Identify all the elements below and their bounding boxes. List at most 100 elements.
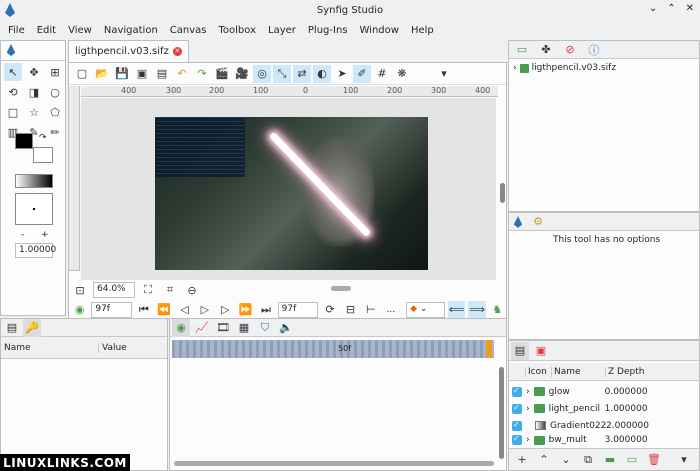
play-icon[interactable]: ▷ <box>196 301 213 319</box>
maximize-button[interactable]: ⌃ <box>667 3 675 14</box>
timeline-ruler[interactable]: 50f <box>172 340 494 358</box>
end-time-field[interactable]: 97f <box>277 301 319 318</box>
lock-tab-icon[interactable]: ⛉ <box>256 319 274 337</box>
swap-colors-icon[interactable]: ↷ <box>39 133 47 143</box>
decrease-width-button[interactable]: - <box>21 230 24 240</box>
keyframe-lock-past-icon[interactable]: ⟸ <box>447 300 466 319</box>
menu-help[interactable]: Help <box>405 25 440 36</box>
synfig-tab-icon[interactable] <box>513 215 523 228</box>
transform-tool-icon[interactable]: ↖ <box>4 63 22 81</box>
seek-next-frame-icon[interactable]: ▷ <box>217 301 234 319</box>
expand-arrow-icon[interactable]: › <box>526 404 530 414</box>
vertical-scrollbar[interactable] <box>500 183 505 203</box>
menu-plugins[interactable]: Plug-Ins <box>302 25 354 36</box>
horizontal-scrollbar[interactable] <box>331 286 351 291</box>
raise-layer-icon[interactable]: ⌃ <box>535 451 553 469</box>
toggle-ruler-icon[interactable]: ⊡ <box>71 281 89 299</box>
radius-handles-icon[interactable]: ◐ <box>313 64 331 83</box>
sound-tab-icon[interactable]: 🎞 <box>214 319 232 337</box>
redo-icon[interactable]: ↷ <box>193 65 211 83</box>
layer-row[interactable]: › glow 0.000000 <box>509 383 700 400</box>
keyframe-lock-future-icon[interactable]: ⟹ <box>468 300 486 319</box>
seek-prev-keyframe-icon[interactable]: ⏪ <box>156 301 173 319</box>
timetrack-vscrollbar[interactable] <box>499 367 504 459</box>
minimize-button[interactable]: ⌄ <box>649 3 657 14</box>
animation-mode-icon[interactable]: ◉ <box>71 301 88 319</box>
rotate-tool-icon[interactable]: ⟲ <box>4 83 22 101</box>
navigator-tab-icon[interactable]: ⊘ <box>561 41 579 59</box>
save-icon[interactable]: 💾 <box>113 65 131 83</box>
new-layer-icon[interactable]: + <box>513 451 531 469</box>
menu-file[interactable]: File <box>2 25 31 36</box>
timetrack-hscrollbar[interactable] <box>174 461 494 466</box>
grid-icon[interactable]: # <box>373 65 391 83</box>
params-tab-icon[interactable]: ▤ <box>3 319 21 337</box>
polygon-tool-icon[interactable]: ⬠ <box>46 103 64 121</box>
show-handles-icon[interactable]: ⤡ <box>273 64 291 83</box>
layer-visible-checkbox[interactable] <box>512 386 522 397</box>
audio-tab-icon[interactable]: 🔈 <box>277 319 295 337</box>
menu-navigation[interactable]: Navigation <box>98 25 164 36</box>
layer-visible-checkbox[interactable] <box>512 434 522 445</box>
lower-layer-icon[interactable]: ⌄ <box>557 451 575 469</box>
group-layer-icon[interactable]: ▬ <box>601 451 619 469</box>
close-tab-icon[interactable]: ✕ <box>172 47 182 56</box>
mirror-tool-icon[interactable]: ◨ <box>25 83 43 101</box>
layer-row[interactable]: › bw_mult 3.000000 <box>509 434 700 446</box>
zoom-field[interactable]: 64.0% <box>93 282 135 298</box>
increase-width-button[interactable]: + <box>41 230 49 240</box>
params-col-name[interactable]: Name <box>1 342 99 353</box>
params-col-value[interactable]: Value <box>99 343 127 353</box>
layer-visible-checkbox[interactable] <box>512 403 522 414</box>
render-icon[interactable]: 🎬 <box>213 65 231 83</box>
sets-tab-icon[interactable]: ▣ <box>532 342 550 360</box>
layers-col-zdepth[interactable]: Z Depth <box>605 366 644 377</box>
history-tab-icon[interactable]: ⚙ <box>529 213 547 231</box>
open-file-icon[interactable]: 📂 <box>93 65 111 83</box>
save-all-icon[interactable]: ▤ <box>153 65 171 83</box>
layers-col-name[interactable]: Name <box>551 366 605 377</box>
layer-row[interactable]: › light_pencil 1.000000 <box>509 400 700 417</box>
layers-col-icon[interactable]: Icon <box>525 366 551 377</box>
menu-view[interactable]: View <box>62 25 98 36</box>
canvas-file-row[interactable]: › ligthpencil.v03.sifz <box>509 59 699 77</box>
duplicate-layer-icon[interactable]: ⧉ <box>579 451 597 469</box>
default-gradient-swatch[interactable] <box>15 174 53 188</box>
angle-handles-icon[interactable]: ➤ <box>333 65 351 83</box>
close-window-button[interactable]: ✕ <box>686 3 694 14</box>
width-field[interactable]: 1.00000 <box>15 243 56 258</box>
toggle-animation-mode-icon[interactable]: ♞ <box>489 301 506 319</box>
layer-visible-checkbox[interactable] <box>512 420 522 431</box>
menu-toolbox[interactable]: Toolbox <box>213 25 263 36</box>
bounds-enable-icon[interactable]: ⊟ <box>342 301 359 319</box>
save-as-icon[interactable]: ▣ <box>133 65 151 83</box>
current-time-field[interactable]: 97f <box>91 301 133 318</box>
menu-layer[interactable]: Layer <box>262 25 302 36</box>
ungroup-layer-icon[interactable]: ▭ <box>623 451 641 469</box>
layers-menu-icon[interactable]: ▾ <box>675 451 693 469</box>
zoom-out-icon[interactable]: ⊖ <box>183 281 201 299</box>
rectangle-tool-icon[interactable]: □ <box>4 103 22 121</box>
timetrack-tab-icon[interactable]: ◉ <box>172 318 190 337</box>
menu-canvas[interactable]: Canvas <box>164 25 213 36</box>
keyframes-tab-icon[interactable]: 🔑 <box>23 318 41 337</box>
seek-prev-frame-icon[interactable]: ◁ <box>176 301 193 319</box>
canvas-browser-tab-icon[interactable]: ▭ <box>513 41 531 59</box>
width-handles-icon[interactable]: ⇄ <box>293 64 311 83</box>
loop-icon[interactable]: ⟳ <box>321 301 338 319</box>
zoom-fit-icon[interactable]: ⛶ <box>139 281 157 299</box>
onion-skin-icon[interactable]: ❋ <box>393 65 411 83</box>
draw-tool-icon[interactable]: ✏ <box>46 123 64 141</box>
expand-arrow-icon[interactable]: › <box>513 63 517 73</box>
fill-color-swatch[interactable] <box>33 147 53 163</box>
work-area[interactable] <box>81 98 496 280</box>
bounds-lower-icon[interactable]: ⊢ <box>362 301 379 319</box>
smooth-move-tool-icon[interactable]: ✥ <box>25 63 43 81</box>
undo-icon[interactable]: ↶ <box>173 65 191 83</box>
interpolation-select[interactable]: ◆ ⌄ <box>406 301 445 318</box>
bone-handles-icon[interactable]: ✐ <box>353 64 371 83</box>
scale-tool-icon[interactable]: ⊞ <box>46 63 64 81</box>
info-tab-icon[interactable]: ⓘ <box>585 41 603 59</box>
layers-tab-icon[interactable]: ▤ <box>511 341 529 360</box>
expand-arrow-icon[interactable]: › <box>526 435 530 445</box>
